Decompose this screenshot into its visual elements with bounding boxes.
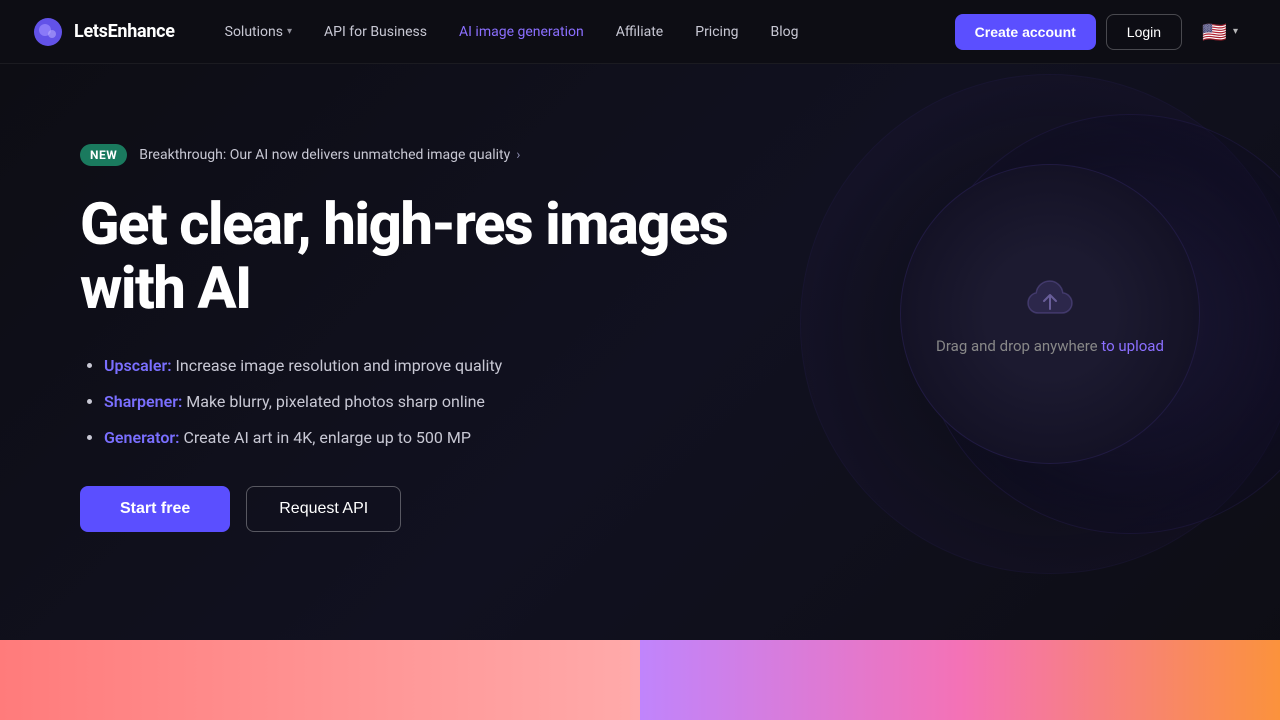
upload-cloud-icon (1022, 273, 1078, 321)
nav-solutions[interactable]: Solutions ▾ (211, 16, 306, 48)
login-button[interactable]: Login (1106, 14, 1182, 50)
logo-icon (32, 16, 64, 48)
flag-icon: 🇺🇸 (1202, 20, 1227, 44)
upload-text: Drag and drop anywhere to upload (936, 337, 1164, 355)
nav-links: Solutions ▾ API for Business AI image ge… (211, 16, 955, 48)
list-item: Upscaler: Increase image resolution and … (104, 354, 800, 378)
upload-area[interactable]: Drag and drop anywhere to upload (900, 164, 1200, 464)
nav-affiliate[interactable]: Affiliate (602, 16, 678, 48)
upload-link[interactable]: to upload (1101, 337, 1164, 355)
nav-actions: Create account Login 🇺🇸 ▾ (955, 14, 1248, 50)
nav-pricing[interactable]: Pricing (681, 16, 752, 48)
generator-link[interactable]: Generator: (104, 428, 180, 447)
nav-ai-image-generation[interactable]: AI image generation (445, 16, 598, 48)
sharpener-link[interactable]: Sharpener: (104, 392, 182, 411)
new-badge-text: Breakthrough: Our AI now delivers unmatc… (139, 147, 520, 163)
hero-buttons: Start free Request API (80, 486, 800, 532)
badge-chevron-icon: › (516, 147, 520, 163)
new-badge: NEW (80, 144, 127, 166)
start-free-button[interactable]: Start free (80, 486, 230, 532)
nav-blog[interactable]: Blog (757, 16, 813, 48)
feature-list: Upscaler: Increase image resolution and … (80, 354, 800, 450)
upscaler-link[interactable]: Upscaler: (104, 356, 172, 375)
hero-section: NEW Breakthrough: Our AI now delivers un… (0, 64, 1280, 720)
hero-title: Get clear, high-res images with AI (80, 194, 800, 322)
lang-chevron-icon: ▾ (1233, 26, 1238, 37)
logo[interactable]: LetsEnhance (32, 16, 175, 48)
hero-content: NEW Breakthrough: Our AI now delivers un… (80, 144, 800, 532)
bottom-strip-left (0, 640, 640, 720)
new-badge-row[interactable]: NEW Breakthrough: Our AI now delivers un… (80, 144, 800, 166)
language-selector[interactable]: 🇺🇸 ▾ (1192, 14, 1248, 50)
bottom-strip-right (640, 640, 1280, 720)
list-item: Generator: Create AI art in 4K, enlarge … (104, 426, 800, 450)
nav-api-business[interactable]: API for Business (310, 16, 441, 48)
request-api-button[interactable]: Request API (246, 486, 401, 532)
logo-text: LetsEnhance (74, 21, 175, 42)
solutions-chevron-icon: ▾ (287, 26, 292, 37)
create-account-button[interactable]: Create account (955, 14, 1096, 50)
navbar: LetsEnhance Solutions ▾ API for Business… (0, 0, 1280, 64)
list-item: Sharpener: Make blurry, pixelated photos… (104, 390, 800, 414)
